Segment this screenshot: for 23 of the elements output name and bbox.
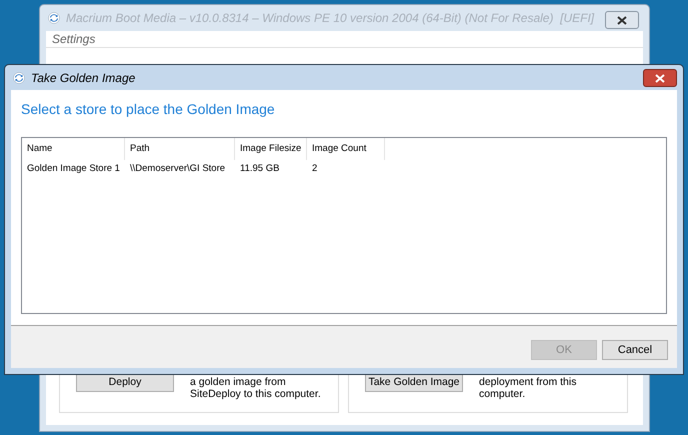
column-header[interactable]: Path xyxy=(125,138,235,160)
close-icon xyxy=(617,16,627,24)
store-row[interactable]: Golden Image Store 1 \\Demoserver\GI Store 11.95 GB 2 xyxy=(22,160,666,178)
description-text: deployment from this xyxy=(479,376,576,388)
description-text: computer. xyxy=(479,388,526,400)
description-text: SiteDeploy to this computer. xyxy=(190,388,321,400)
column-header[interactable]: Name xyxy=(22,138,125,160)
dialog-title: Take Golden Image xyxy=(31,70,136,86)
table-cell-text: Golden Image Store 1 xyxy=(26,162,121,176)
table-cell-text: 2 xyxy=(311,162,318,176)
description-text: a golden image from xyxy=(190,376,287,388)
close-button[interactable] xyxy=(643,69,677,87)
close-icon xyxy=(655,74,665,82)
menu-item[interactable]: Settings xyxy=(52,30,96,48)
table-cell-text: 11.95 GB xyxy=(239,162,280,176)
dialog-heading: Select a store to place the Golden Image xyxy=(21,100,276,119)
column-header[interactable]: Image Count xyxy=(307,138,385,160)
dialog-button[interactable]: Cancel xyxy=(602,340,668,360)
table-cell-text: \\Demoserver\GI Store xyxy=(129,162,226,176)
close-button[interactable] xyxy=(605,11,639,29)
app-icon xyxy=(48,12,60,24)
column-header[interactable]: Image Filesize xyxy=(235,138,307,160)
app-icon xyxy=(13,72,25,84)
